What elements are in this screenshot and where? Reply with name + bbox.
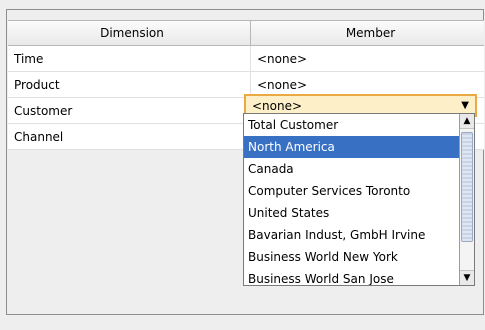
option-list: Total Customer North America Canada Comp…	[244, 114, 459, 285]
table-row[interactable]: Time <none>	[8, 46, 484, 72]
vertical-scrollbar[interactable]: ▲ ▼	[459, 114, 474, 285]
list-item[interactable]: Computer Services Toronto	[244, 180, 459, 202]
member-cell[interactable]: <none>	[251, 46, 484, 71]
list-item[interactable]: United States	[244, 202, 459, 224]
dimension-cell: Channel	[8, 124, 251, 149]
scroll-thumb[interactable]	[461, 132, 473, 242]
list-item[interactable]: Canada	[244, 158, 459, 180]
list-item[interactable]: Business World New York	[244, 246, 459, 268]
scroll-down-icon[interactable]: ▼	[460, 270, 474, 285]
dimension-cell: Time	[8, 46, 251, 71]
header-member[interactable]: Member	[251, 21, 484, 45]
header-dimension[interactable]: Dimension	[8, 21, 251, 45]
triangle-down-icon[interactable]: ▼	[461, 100, 469, 111]
dimension-cell: Product	[8, 72, 251, 97]
table-header: Dimension Member	[8, 20, 484, 46]
scroll-up-icon[interactable]: ▲	[460, 114, 474, 129]
list-item-selected[interactable]: North America	[244, 136, 459, 158]
list-item[interactable]: Bavarian Indust, GmbH Irvine	[244, 224, 459, 246]
list-item[interactable]: Total Customer	[244, 114, 459, 136]
list-item[interactable]: Business World San Jose	[244, 268, 459, 285]
member-dropdown-list: Total Customer North America Canada Comp…	[243, 113, 475, 286]
combo-value: <none>	[252, 98, 303, 113]
dimension-cell: Customer	[8, 98, 251, 123]
